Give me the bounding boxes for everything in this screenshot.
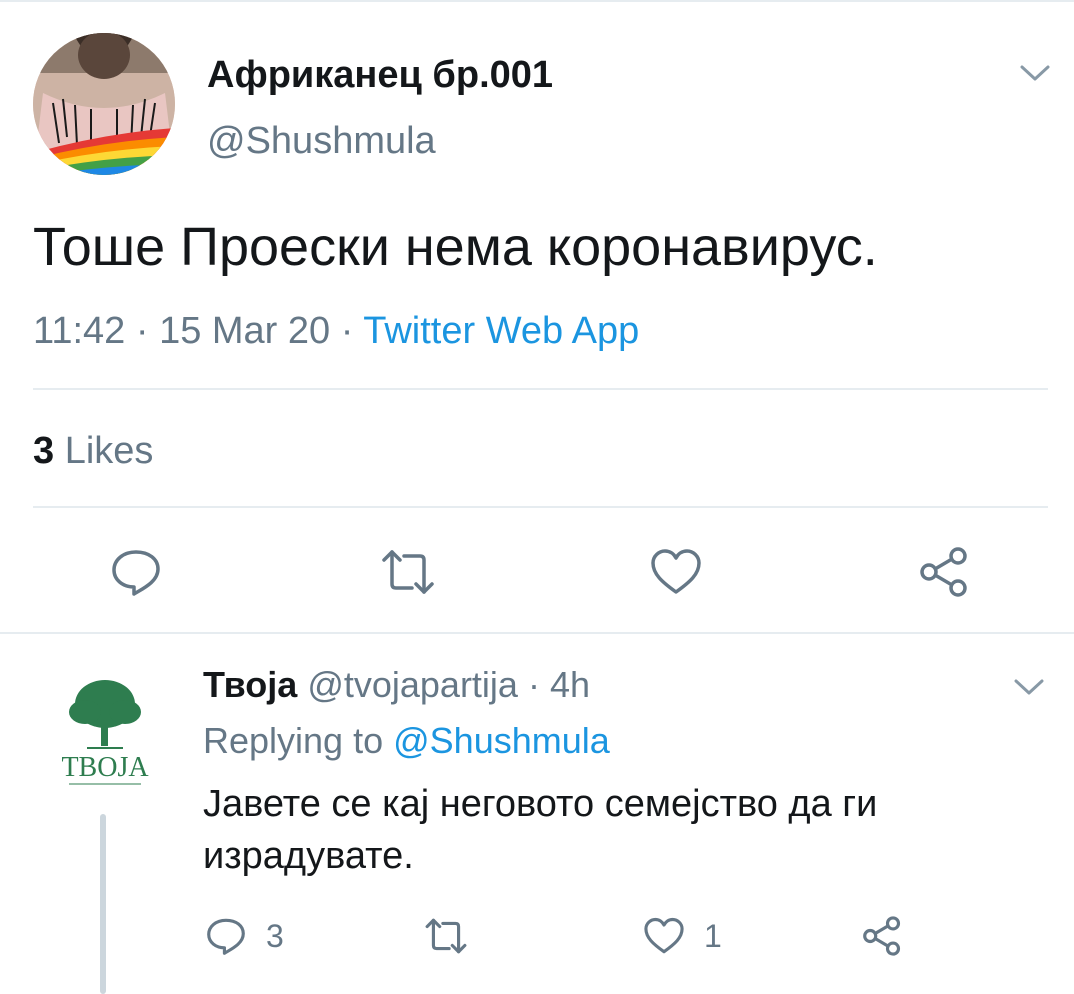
replying-to: Replying to @Shushmula	[203, 720, 610, 762]
reply-count: 3	[266, 917, 284, 954]
reply-header: Твоја @tvojapartija · 4h	[203, 664, 590, 706]
avatar[interactable]	[33, 33, 175, 175]
tweet-separator	[0, 632, 1074, 634]
tweet-text: Тоше Проески нема коронавирус.	[33, 217, 878, 277]
reply-avatar-logo-text: ТВОЈА	[61, 752, 149, 783]
replying-to-handle[interactable]: @Shushmula	[393, 720, 610, 761]
divider	[33, 506, 1048, 508]
reply-author-name[interactable]: Твоја	[203, 664, 297, 705]
reply-separator: ·	[527, 664, 540, 705]
like-icon	[644, 917, 684, 954]
reply-icon[interactable]	[108, 544, 164, 600]
reply-like-button[interactable]: 1	[642, 914, 722, 958]
likes-stat[interactable]: 3 Likes	[33, 430, 153, 473]
top-divider	[0, 0, 1074, 2]
reply-age[interactable]: 4h	[550, 664, 590, 705]
reply-icon	[207, 918, 245, 955]
meta-separator: ·	[135, 310, 149, 352]
reply-avatar[interactable]: ТВОЈА	[35, 664, 169, 798]
chevron-down-icon[interactable]	[1018, 62, 1052, 84]
divider	[33, 388, 1048, 390]
meta-separator: ·	[340, 310, 354, 352]
tweet-meta: 11:42 · 15 Mar 20 · Twitter Web App	[33, 310, 639, 353]
chevron-down-icon[interactable]	[1012, 676, 1046, 698]
like-icon[interactable]	[648, 544, 704, 600]
likes-count: 3	[33, 430, 55, 472]
reply-text: Јавете се кај неговото семејство да ги и…	[203, 783, 878, 877]
reply-author-handle[interactable]: @tvojapartija	[307, 664, 518, 705]
tweet-source-link[interactable]: Twitter Web App	[363, 310, 639, 352]
author-handle[interactable]: @Shushmula	[207, 120, 436, 163]
reply-share-button[interactable]	[860, 914, 904, 958]
reply-retweet-button[interactable]	[424, 914, 468, 958]
like-count: 1	[704, 917, 722, 954]
likes-label: Likes	[64, 430, 154, 472]
thread-line	[100, 814, 106, 994]
share-icon[interactable]	[916, 544, 972, 600]
retweet-icon	[425, 918, 467, 954]
reply-reply-button[interactable]: 3	[204, 914, 284, 958]
author-display-name[interactable]: Африканец бр.001	[207, 54, 553, 97]
tweet-date: 15 Mar 20	[159, 310, 331, 352]
share-icon	[863, 916, 901, 956]
replying-prefix: Replying to	[203, 720, 384, 761]
retweet-icon[interactable]	[380, 544, 436, 600]
tweet-time: 11:42	[33, 310, 126, 352]
